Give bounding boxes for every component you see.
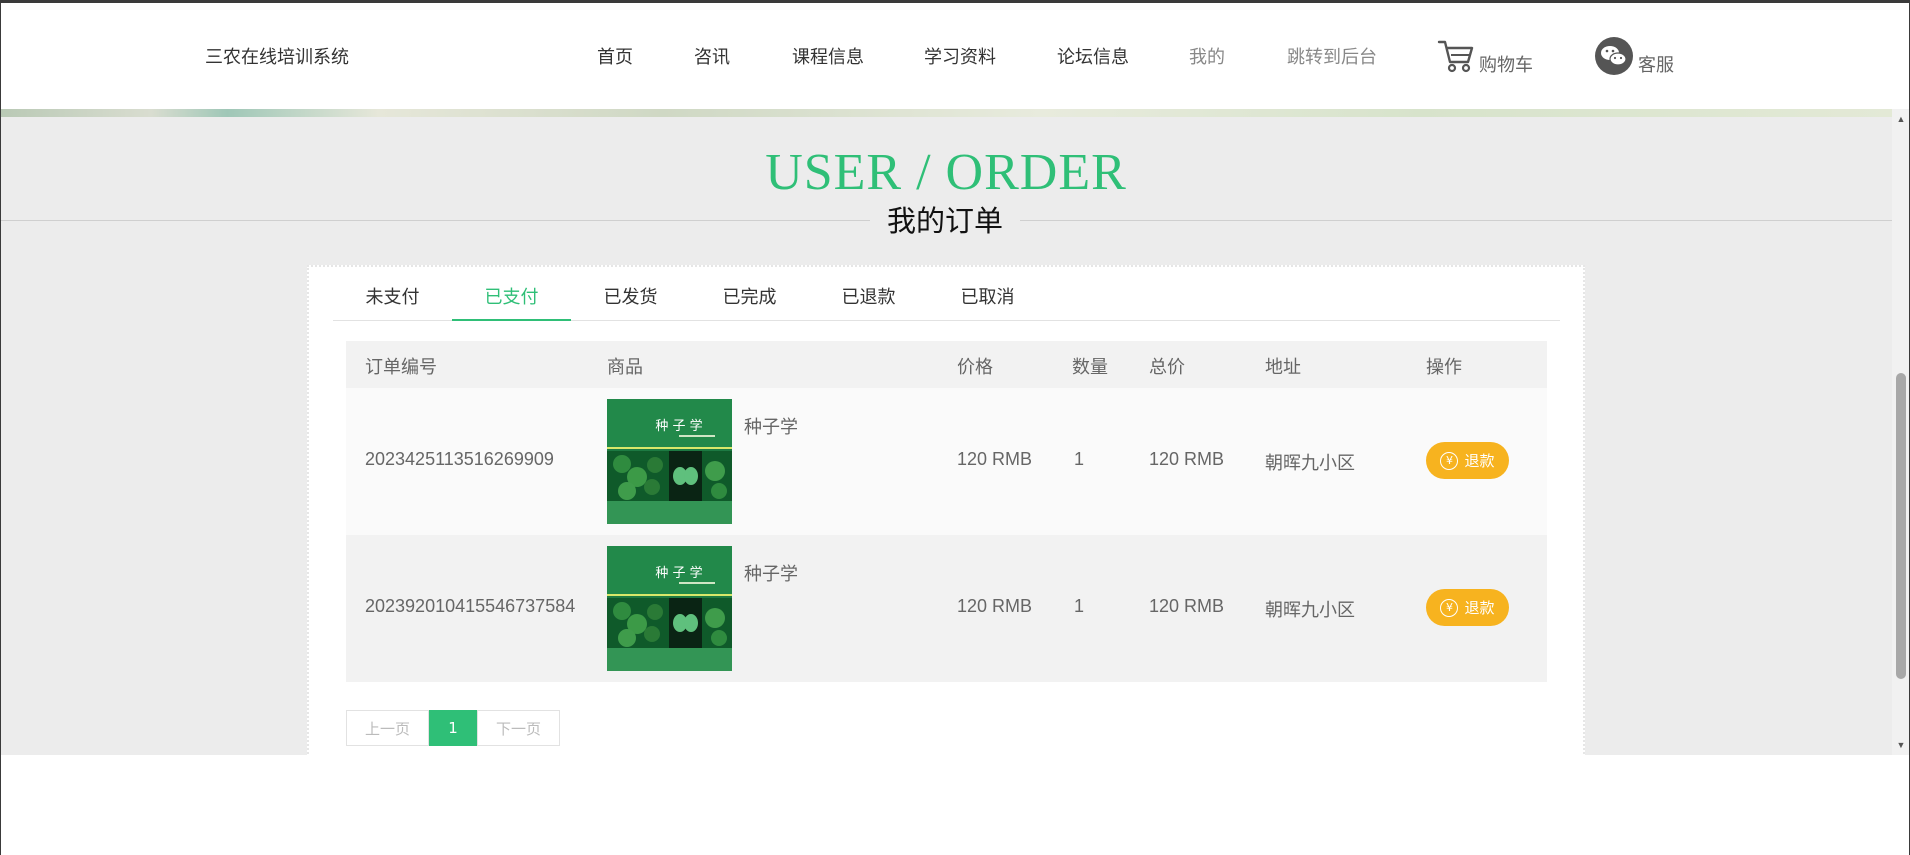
product-name[interactable]: 种子学 <box>744 560 798 586</box>
nav-courses[interactable]: 课程信息 <box>792 43 864 69</box>
col-total: 总价 <box>1149 357 1185 378</box>
nav-admin[interactable]: 跳转到后台 <box>1287 43 1377 69</box>
top-header: 三农在线培训系统 首页 咨讯 课程信息 学习资料 论坛信息 我的 跳转到后台 购… <box>0 3 1910 109</box>
banner-strip <box>0 109 1892 117</box>
orders-table: 订单编号 商品 价格 数量 总价 地址 操作 20234251135162699… <box>346 341 1547 682</box>
total-price: 120 RMB <box>1149 449 1225 469</box>
quantity: 1 <box>1074 449 1085 469</box>
scroll-down-arrow-icon[interactable]: ▼ <box>1892 737 1910 753</box>
shopping-cart-icon <box>1437 40 1474 73</box>
page-title: 我的订单 <box>870 201 1020 241</box>
scroll-up-arrow-icon[interactable]: ▲ <box>1892 111 1910 127</box>
service-label: 客服 <box>1638 55 1674 76</box>
tab-paid[interactable]: 已支付 <box>452 279 571 321</box>
pagination: 上一页 1 下一页 <box>346 710 560 746</box>
refund-label: 退款 <box>1464 599 1495 617</box>
table-row: 2023425113516269909 种 子 学 种子学 120 RMB 1 … <box>346 388 1547 535</box>
nav-materials[interactable]: 学习资料 <box>924 43 996 69</box>
refund-button[interactable]: ¥ 退款 <box>1426 442 1509 479</box>
nav-news[interactable]: 咨讯 <box>694 43 730 69</box>
yen-icon: ¥ <box>1440 451 1459 470</box>
product-cover-image[interactable]: 种 子 学 <box>607 546 732 671</box>
order-page: USER / ORDER 我的订单 未支付 已支付 已发货 已完成 已退款 已取… <box>0 117 1892 755</box>
quantity: 1 <box>1074 596 1085 616</box>
address: 朝晖九小区 <box>1265 453 1355 473</box>
tab-refunded[interactable]: 已退款 <box>809 279 928 321</box>
nav-home[interactable]: 首页 <box>597 43 633 69</box>
prev-page-button[interactable]: 上一页 <box>346 710 429 746</box>
address: 朝晖九小区 <box>1265 600 1355 620</box>
col-price: 价格 <box>957 357 993 378</box>
book-cover: 种 子 学 <box>607 546 732 671</box>
col-address: 地址 <box>1265 357 1301 378</box>
vertical-scrollbar[interactable]: ▲ ▼ <box>1892 109 1910 755</box>
orders-panel: 未支付 已支付 已发货 已完成 已退款 已取消 订单编号 商品 价格 数量 总价… <box>307 265 1585 755</box>
total-price: 120 RMB <box>1149 596 1225 616</box>
nav-forum[interactable]: 论坛信息 <box>1057 43 1129 69</box>
cart-label: 购物车 <box>1479 55 1533 76</box>
product-cover-image[interactable]: 种 子 学 <box>607 399 732 524</box>
col-product: 商品 <box>607 357 643 378</box>
tab-cancelled[interactable]: 已取消 <box>928 279 1047 321</box>
yen-icon: ¥ <box>1440 598 1459 617</box>
order-number: 202392010415546737584 <box>365 596 576 616</box>
order-status-tabs: 未支付 已支付 已发货 已完成 已退款 已取消 <box>333 279 1560 321</box>
table-row: 202392010415546737584 种 子 学 种子学 120 RMB … <box>346 535 1547 682</box>
nav-mine[interactable]: 我的 <box>1189 43 1225 69</box>
col-action: 操作 <box>1426 357 1462 378</box>
price: 120 RMB <box>957 449 1033 469</box>
current-page-button[interactable]: 1 <box>429 710 477 746</box>
tab-unpaid[interactable]: 未支付 <box>333 279 452 321</box>
customer-service-link[interactable]: 客服 <box>1594 35 1674 77</box>
cart-link[interactable]: 购物车 <box>1437 35 1533 77</box>
wechat-icon <box>1595 37 1633 75</box>
book-cover: 种 子 学 <box>607 399 732 524</box>
svg-text:种 子 学: 种 子 学 <box>655 418 702 434</box>
refund-label: 退款 <box>1464 452 1495 470</box>
col-order-no: 订单编号 <box>365 357 437 378</box>
page-title-en: USER / ORDER <box>765 144 1127 201</box>
product-name[interactable]: 种子学 <box>744 413 798 439</box>
tab-shipped[interactable]: 已发货 <box>571 279 690 321</box>
order-number: 2023425113516269909 <box>365 449 554 469</box>
col-qty: 数量 <box>1072 357 1108 378</box>
price: 120 RMB <box>957 596 1033 616</box>
table-header: 订单编号 商品 价格 数量 总价 地址 操作 <box>346 341 1547 388</box>
blank-footer <box>0 755 1910 855</box>
next-page-button[interactable]: 下一页 <box>477 710 560 746</box>
svg-text:种 子 学: 种 子 学 <box>655 565 702 581</box>
site-brand[interactable]: 三农在线培训系统 <box>205 43 349 69</box>
refund-button[interactable]: ¥ 退款 <box>1426 589 1509 626</box>
scrollbar-thumb[interactable] <box>1896 373 1906 679</box>
tab-completed[interactable]: 已完成 <box>690 279 809 321</box>
